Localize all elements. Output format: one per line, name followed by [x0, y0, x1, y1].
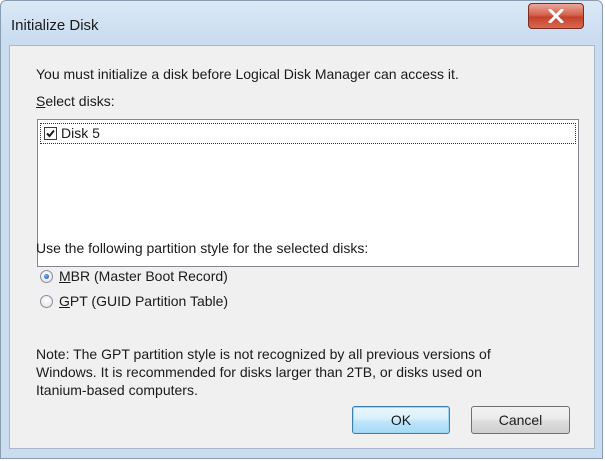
initialize-disk-dialog: Initialize Disk You must initialize a di… — [0, 0, 603, 459]
gpt-label[interactable]: GPT (GUID Partition Table) — [59, 293, 228, 309]
partition-style-label: Use the following partition style for th… — [36, 240, 369, 256]
note-line-1: Note: The GPT partition style is not rec… — [36, 346, 491, 362]
note-line-3: Itanium-based computers. — [36, 382, 198, 398]
gpt-radio[interactable] — [40, 295, 53, 308]
select-disks-label: Select disks: — [36, 93, 115, 109]
radio-selected-dot — [44, 274, 49, 279]
title-bar[interactable]: Initialize Disk — [1, 1, 602, 45]
close-icon — [548, 9, 564, 23]
ok-button[interactable]: OK — [352, 406, 450, 434]
close-button[interactable] — [528, 3, 584, 29]
disk-checkbox[interactable] — [44, 127, 57, 140]
checkmark-icon — [46, 129, 55, 138]
list-item-disk-5[interactable]: Disk 5 — [40, 123, 576, 144]
cancel-button[interactable]: Cancel — [471, 406, 570, 434]
note-line-2: Windows. It is recommended for disks lar… — [36, 364, 482, 380]
disk-label: Disk 5 — [61, 125, 100, 141]
window-title: Initialize Disk — [11, 17, 99, 34]
intro-text: You must initialize a disk before Logica… — [36, 66, 459, 82]
mbr-radio[interactable] — [40, 270, 53, 283]
dialog-body: You must initialize a disk before Logica… — [9, 45, 595, 449]
mbr-label[interactable]: MBR (Master Boot Record) — [59, 268, 228, 284]
